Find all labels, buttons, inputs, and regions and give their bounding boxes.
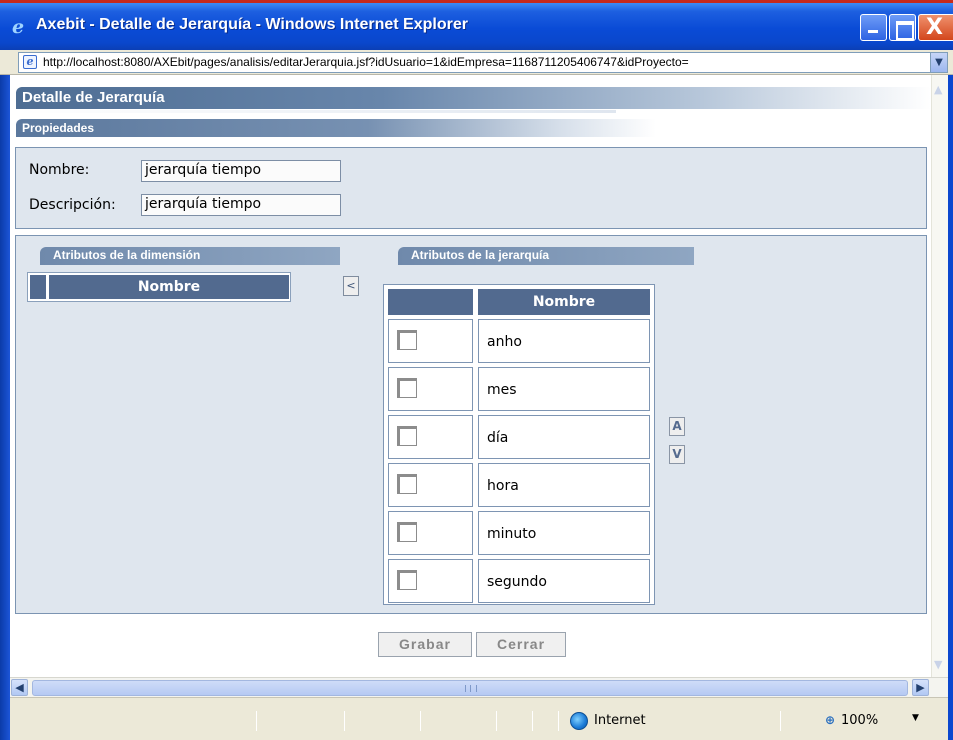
attribute-name-cell: día [478,415,650,459]
section-title: Propiedades [22,121,95,135]
status-divider [532,711,533,731]
checkbox-cell [388,463,473,507]
ie-logo-icon: e [12,16,25,38]
chevron-left-icon: ◀ [15,681,24,694]
zoom-level[interactable]: 100% [841,713,878,728]
scroll-thumb[interactable] [32,680,908,696]
row-checkbox[interactable] [397,522,417,542]
status-divider [558,711,559,731]
scroll-right-button[interactable]: ▶ [912,679,929,696]
status-divider [256,711,257,731]
title-bar[interactable]: e Axebit - Detalle de Jerarquía - Window… [0,0,953,50]
attribute-name-cell: segundo [478,559,650,603]
dimension-attributes-title: Atributos de la dimensión [53,248,201,262]
maximize-icon [890,15,915,40]
window-title: Axebit - Detalle de Jerarquía - Windows … [36,16,468,33]
status-divider [780,711,781,731]
scroll-up-icon[interactable]: ▲ [934,83,942,96]
checkbox-cell [388,367,473,411]
hierarchy-attributes-header: Atributos de la jerarquía [398,247,694,265]
address-field[interactable]: e http://localhost:8080/AXEbit/pages/ana… [18,52,948,73]
hierarchy-name-column-header: Nombre [478,289,650,315]
zoom-icon: ⊕ [825,713,836,727]
row-checkbox[interactable] [397,426,417,446]
table-row: hora [384,461,656,509]
table-row: segundo [384,557,656,605]
maximize-button[interactable] [889,14,916,41]
table-row: anho [384,317,656,365]
dimension-name-column-header: Nombre [49,275,289,299]
globe-icon [570,712,588,730]
chevron-down-icon: ▼ [935,57,943,68]
close-window-button[interactable]: X [918,14,953,41]
window-frame-right [948,75,953,740]
move-up-button[interactable]: A [669,417,685,436]
checkbox-cell [388,415,473,459]
row-checkbox[interactable] [397,570,417,590]
page-icon: e [23,55,37,69]
move-down-button[interactable]: V [669,445,685,464]
checkbox-cell [388,319,473,363]
status-divider [420,711,421,731]
close-button[interactable]: Cerrar [476,632,566,657]
address-dropdown-button[interactable]: ▼ [930,53,947,72]
dimension-attributes-table: Nombre [27,272,291,302]
table-row: día [384,413,656,461]
row-checkbox[interactable] [397,474,417,494]
status-bar: Internet ⊕ 100% ▼ [10,697,948,740]
properties-panel: Nombre: jerarquía tiempo Descripción: je… [15,147,927,229]
chevron-right-icon: ▶ [916,681,925,694]
save-button[interactable]: Grabar [378,632,472,657]
scroll-down-icon[interactable]: ▼ [934,658,942,671]
page-title: Detalle de Jerarquía [22,89,165,106]
minimize-icon [861,15,886,40]
address-url[interactable]: http://localhost:8080/AXEbit/pages/anali… [43,55,923,69]
close-icon: X [926,15,943,40]
row-checkbox[interactable] [397,330,417,350]
select-column-header [388,289,473,315]
attribute-name-cell: anho [478,319,650,363]
header-divider [16,110,616,113]
minimize-button[interactable] [860,14,887,41]
hierarchy-attributes-table: Nombre anho mes día hora minuto segundo [383,284,655,605]
security-zone[interactable]: Internet [594,713,646,728]
descripcion-label: Descripción: [29,197,116,213]
chevron-down-icon[interactable]: ▼ [912,713,919,723]
status-divider [344,711,345,731]
hierarchy-attributes-title: Atributos de la jerarquía [411,248,550,262]
grip-icon [465,685,477,692]
attribute-name-cell: mes [478,367,650,411]
table-row: mes [384,365,656,413]
row-checkbox[interactable] [397,378,417,398]
checkbox-cell [388,559,473,603]
status-divider [496,711,497,731]
descripcion-field[interactable]: jerarquía tiempo [141,194,341,216]
horizontal-scrollbar[interactable]: ◀ ▶ [10,677,948,697]
section-header-properties: Propiedades [16,119,656,137]
checkbox-cell [388,511,473,555]
window-frame-left [0,75,10,740]
scroll-left-button[interactable]: ◀ [11,679,28,696]
vertical-scrollbar[interactable]: ▲ ▼ [931,75,948,677]
page-header: Detalle de Jerarquía [16,87,931,109]
dimension-attributes-header: Atributos de la dimensión [40,247,340,265]
table-row: minuto [384,509,656,557]
attribute-name-cell: hora [478,463,650,507]
attribute-name-cell: minuto [478,511,650,555]
address-bar: e http://localhost:8080/AXEbit/pages/ana… [0,50,953,75]
move-to-dimension-button[interactable]: < [343,276,359,296]
page-content: Detalle de Jerarquía Propiedades Nombre:… [10,75,931,677]
nombre-field[interactable]: jerarquía tiempo [141,160,341,182]
select-column-header [30,275,46,299]
nombre-label: Nombre: [29,162,90,178]
